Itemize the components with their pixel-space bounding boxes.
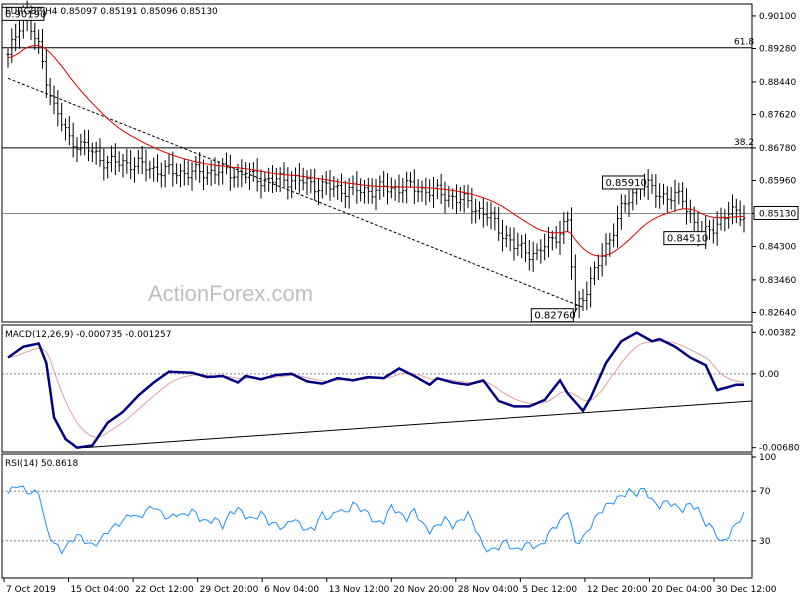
- annotation-label-3: 0.84510: [667, 234, 708, 245]
- x-tick-label-6: 20 Nov 20:00: [393, 585, 454, 595]
- price-tick-0: 0.90100: [759, 12, 796, 22]
- price-panel: 61.8 38.2 0.90100 0.89280 0.88440 0.87620 0.86…: [1, 0, 799, 323]
- x-tick-label-0: 7 Oct 2019: [6, 585, 56, 595]
- rsi-panel: 100 70 30: [1, 453, 776, 579]
- macd-signal-line: [7, 340, 745, 438]
- rsi-tick-2: 30: [759, 537, 771, 547]
- x-tick-label-5: 13 Nov 12:00: [329, 585, 390, 595]
- forex-chart: 61.8 38.2 0.90100 0.89280 0.88440 0.87620 0.86…: [1, 0, 800, 595]
- x-tick-label-1: 15 Oct 04:00: [71, 585, 130, 595]
- macd-panel: 0.003820.00-0.006803: [1, 324, 800, 454]
- time-axis: 7 Oct 2019 15 Oct 04:00 22 Oct 12:00 29 Oct…: [3, 578, 777, 595]
- price-tick-3: 0.87620: [759, 111, 796, 121]
- price-tick-1: 0.89280: [759, 45, 796, 55]
- price-tick-2: 0.88440: [759, 78, 796, 88]
- x-tick-label-4: 6 Nov 04:00: [264, 585, 319, 595]
- fib-label-0: 61.8: [734, 38, 754, 48]
- macd-frame: [1, 324, 753, 453]
- rsi-tick-0: 100: [759, 453, 776, 463]
- annotation-label-2: 0.85910: [606, 178, 647, 189]
- rsi-title: RSI(14) 50.8618: [5, 459, 78, 469]
- price-tick-9: 0.82640: [759, 308, 796, 318]
- price-tick-5: 0.85960: [759, 176, 796, 186]
- price-tick-6: 0.85130: [759, 209, 796, 219]
- price-frame: [1, 3, 753, 323]
- price-tick-8: 0.83460: [759, 276, 796, 286]
- symbol-header: EURGBP,H4 0.85097 0.85191 0.85096 0.8513…: [5, 7, 218, 17]
- x-tick-label-9: 12 Dec 20:00: [587, 585, 648, 595]
- x-tick-label-7: 28 Nov 04:00: [458, 585, 519, 595]
- x-tick-label-3: 29 Oct 20:00: [200, 585, 259, 595]
- macd-title: MACD(12,26,9) -0.000735 -0.001257: [5, 330, 171, 340]
- x-tick-label-8: 5 Dec 12:00: [522, 585, 577, 595]
- x-tick-label-2: 22 Oct 12:00: [135, 585, 194, 595]
- rsi-line: [7, 485, 745, 555]
- macd-tick-0: 0.00382: [759, 328, 796, 338]
- rsi-tick-1: 70: [759, 487, 771, 497]
- annotation-label-1: 0.82760: [534, 311, 575, 322]
- x-tick-label-11: 30 Dec 12:00: [716, 585, 777, 595]
- watermark: ActionForex.com: [148, 281, 313, 306]
- price-tick-4: 0.86780: [759, 144, 796, 154]
- rsi-frame: [1, 453, 753, 579]
- macd-tick-1: 0.00: [759, 370, 779, 380]
- macd-trendline: [84, 400, 753, 449]
- price-trendline: [7, 77, 584, 308]
- x-tick-label-10: 20 Dec 04:00: [651, 585, 712, 595]
- price-tick-7: 0.84300: [759, 242, 796, 252]
- fib-label-1: 38.2: [734, 138, 754, 148]
